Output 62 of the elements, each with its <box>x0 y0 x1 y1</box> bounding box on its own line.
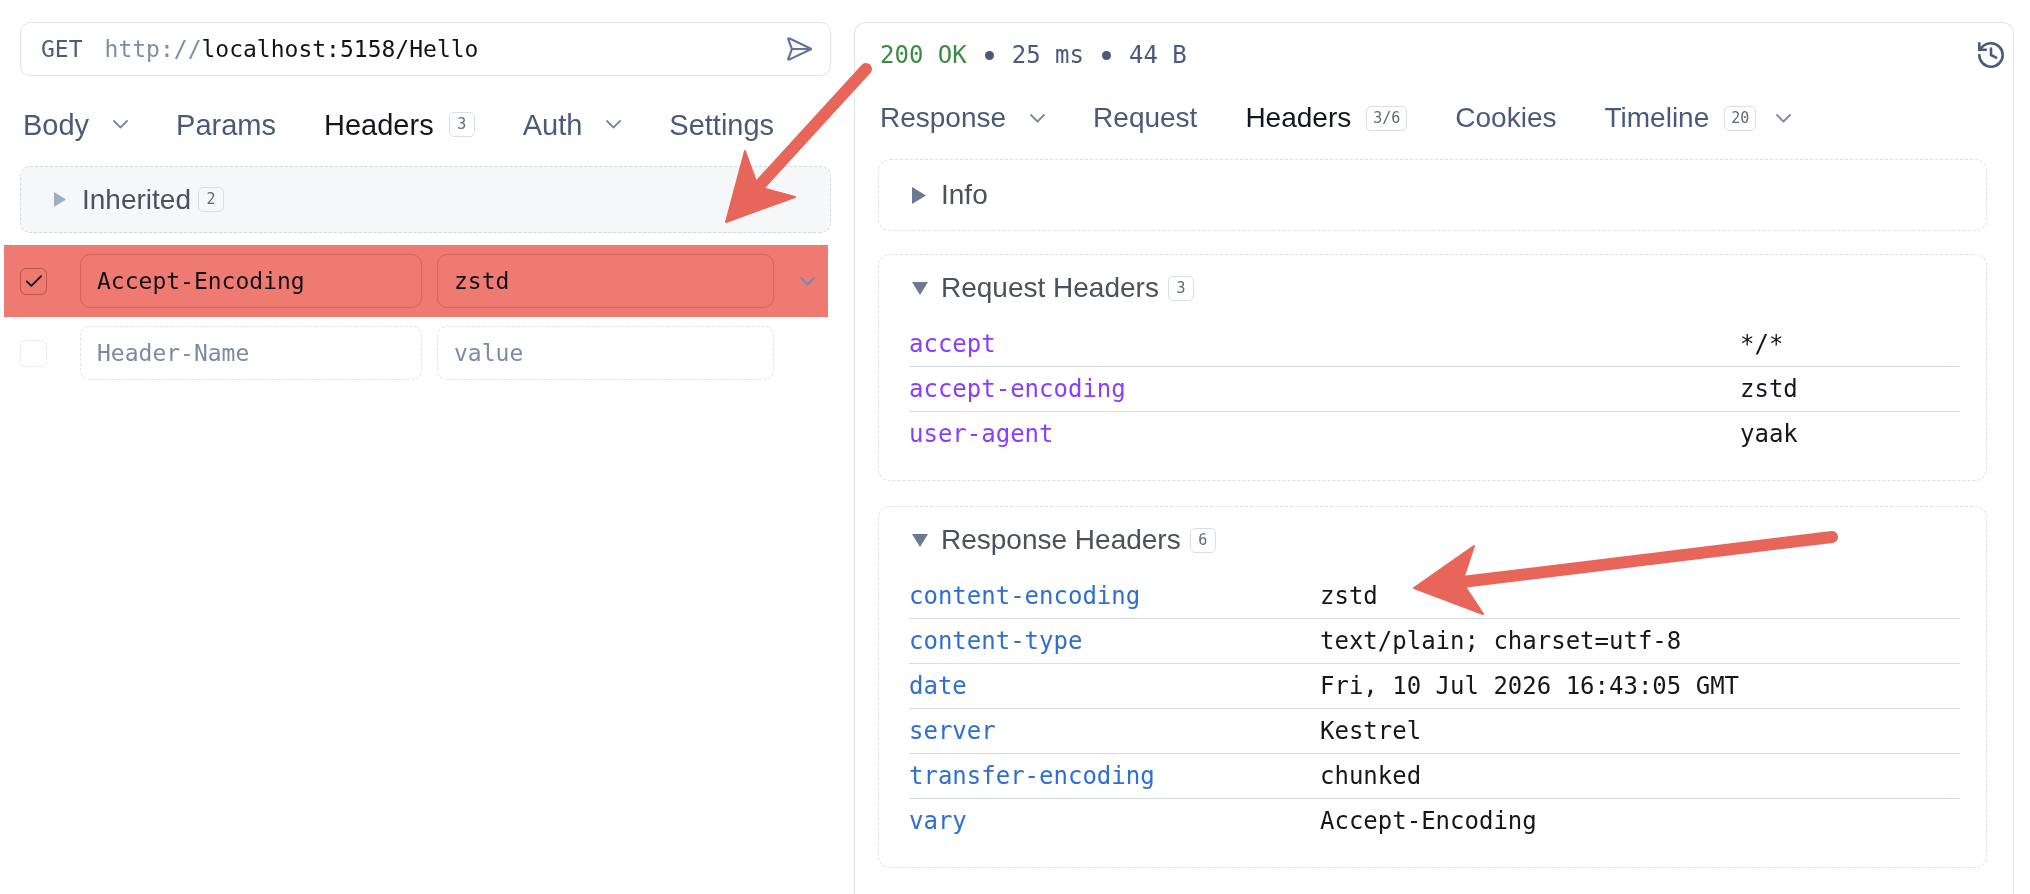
chevron-down-icon[interactable] <box>1030 113 1046 123</box>
header-value-cell-text: zstd <box>1320 581 1379 610</box>
header-value-cell-text: */* <box>1740 329 1785 358</box>
header-name-cell-text: server <box>909 717 997 745</box>
chevron-down-icon[interactable] <box>1776 113 1792 123</box>
count-badge: 6 <box>1189 527 1216 553</box>
header-value-cell-text: chunked <box>1320 762 1423 790</box>
count-badge: 3 <box>448 112 475 138</box>
header-value-cell-text: yaak <box>1740 420 1799 448</box>
check-icon <box>25 275 42 287</box>
checkbox[interactable] <box>20 339 47 367</box>
tab[interactable]: Body <box>23 107 129 143</box>
bullet-icon <box>984 50 994 60</box>
header-name-cell-text: date <box>909 672 968 700</box>
header-name-cell-text: vary <box>909 807 968 835</box>
caret-right-icon[interactable] <box>912 186 926 204</box>
tab[interactable]: Settings <box>669 107 775 143</box>
section-title: Request Headers <box>941 272 1159 304</box>
tab[interactable]: Auth <box>522 107 622 143</box>
caret-down-icon[interactable] <box>912 533 928 547</box>
header-name-cell-text: accept-encoding <box>909 375 1127 403</box>
header-value-cell-text: Fri, 10 Jul 2026 16:43:05 GMT <box>1320 672 1741 700</box>
size-text: 44 B <box>1128 41 1187 69</box>
tab[interactable]: Params <box>176 107 277 143</box>
header-name-cell-text: content-type <box>909 627 1084 655</box>
checkbox[interactable] <box>20 267 47 295</box>
chevron-down-icon[interactable] <box>113 120 129 130</box>
section-title: Response Headers <box>941 524 1181 556</box>
tab[interactable]: Cookies <box>1455 101 1557 135</box>
header-value-cell-text: text/plain; charset=utf-8 <box>1320 627 1683 655</box>
url-text[interactable]: http://localhost:5158/Hello <box>104 36 479 62</box>
header-name-cell-text: accept <box>909 329 997 358</box>
tab[interactable]: Request <box>1093 101 1198 135</box>
header-value-field[interactable]: value <box>437 326 774 380</box>
section-title: Info <box>941 179 988 211</box>
header-name-cell-text: user-agent <box>909 420 1055 448</box>
header-name-cell-text: content-encoding <box>909 581 1142 610</box>
header-name-field[interactable]: Header-Name <box>80 326 422 380</box>
caret-down-icon[interactable] <box>912 281 928 295</box>
inherited-section[interactable]: Inherited 2 <box>20 166 831 233</box>
url-bar[interactable]: GET http://localhost:5158/Hello <box>20 22 831 76</box>
tab[interactable]: Timeline 20 <box>1604 101 1792 135</box>
caret-right-icon[interactable] <box>54 192 66 207</box>
tab[interactable]: Headers 3/6 <box>1245 101 1408 135</box>
history-icon[interactable] <box>1978 42 2004 68</box>
count-badge: 20 <box>1724 105 1757 131</box>
timing-text: 25 ms <box>1011 41 1084 69</box>
header-value-cell-text: Accept-Encoding <box>1320 807 1538 835</box>
count-badge: 2 <box>197 187 224 212</box>
tab[interactable]: Response <box>880 101 1046 135</box>
chevron-down-icon[interactable] <box>606 120 622 130</box>
status-text: 200 OK <box>880 41 967 69</box>
send-icon[interactable] <box>787 37 812 61</box>
header-name-cell-text: transfer-encoding <box>909 762 1156 790</box>
tab[interactable]: Headers 3 <box>324 107 475 143</box>
header-value-cell-text: Kestrel <box>1320 717 1423 745</box>
section-title: Inherited <box>82 183 191 216</box>
bullet-icon <box>1101 50 1111 60</box>
count-badge: 3 <box>1167 275 1194 301</box>
header-value-cell-text: zstd <box>1740 375 1799 403</box>
method-label[interactable]: GET <box>41 36 83 62</box>
count-badge: 3/6 <box>1366 105 1408 131</box>
